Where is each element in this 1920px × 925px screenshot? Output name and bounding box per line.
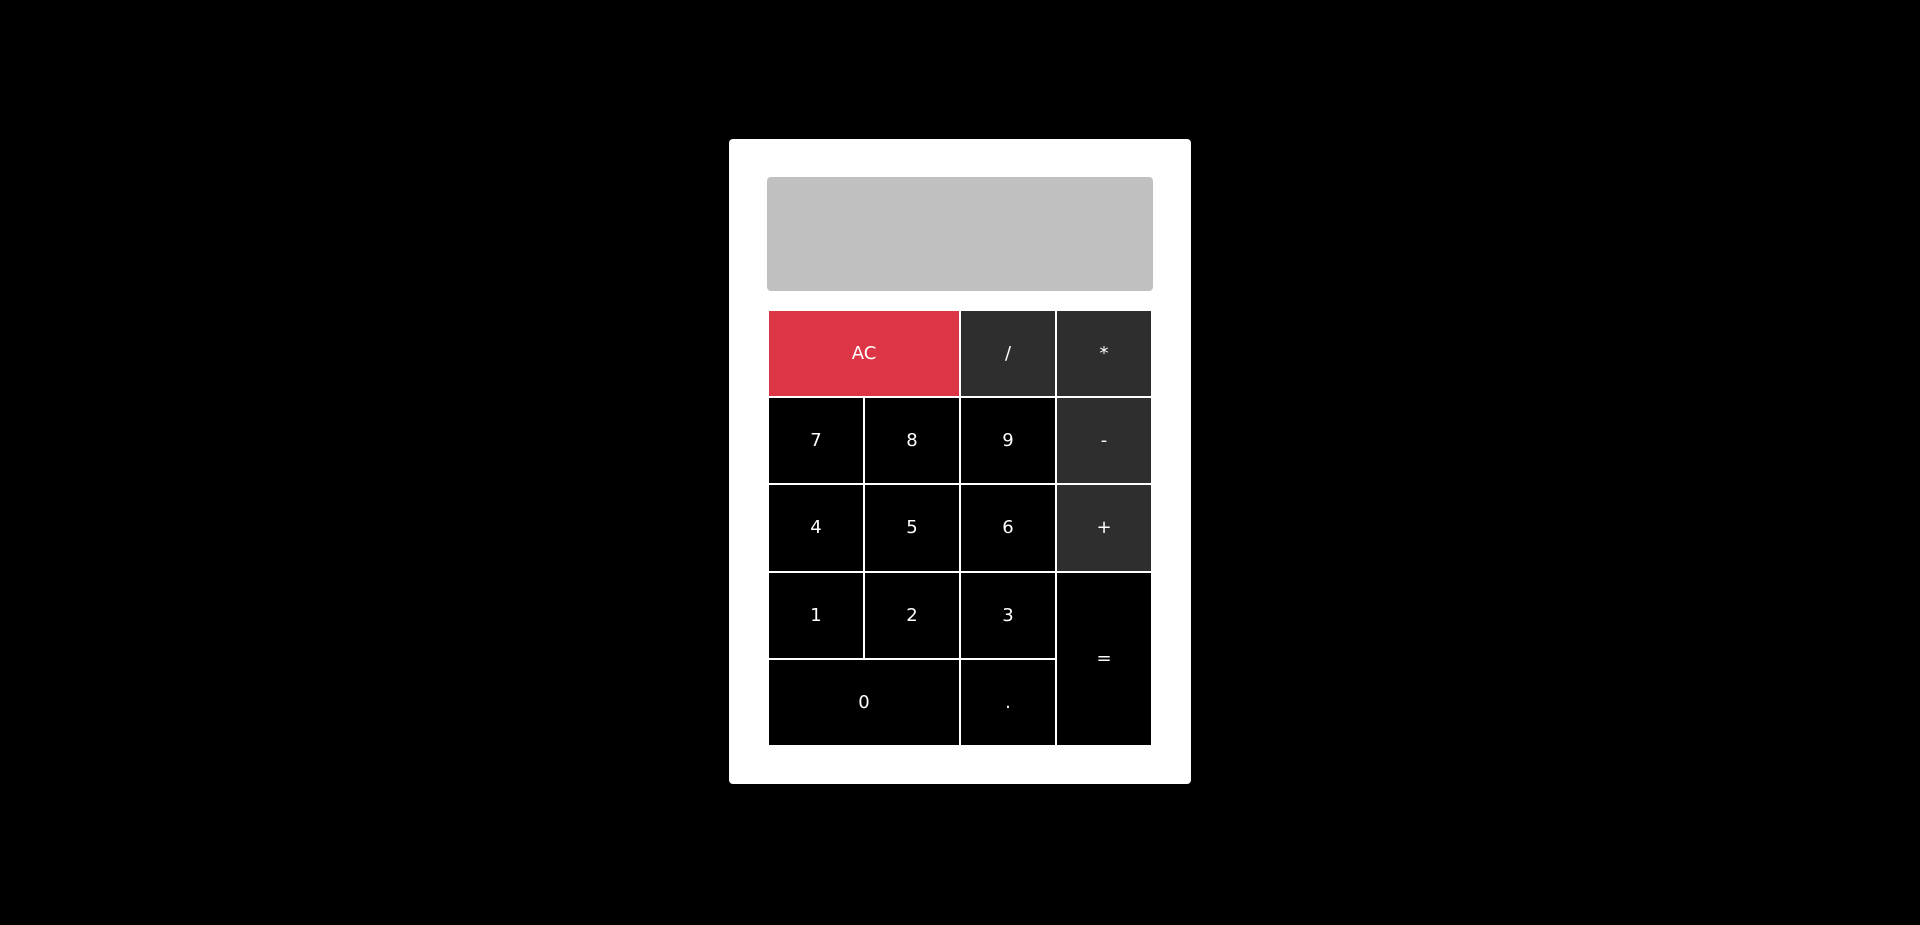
calculator: AC / * 7 8 9 - 4 5 6 + 1 2 3 = 0 . bbox=[729, 139, 1191, 784]
digit-7-button[interactable]: 7 bbox=[768, 397, 864, 485]
calculator-display[interactable] bbox=[767, 177, 1153, 291]
divide-button[interactable]: / bbox=[960, 310, 1056, 398]
clear-button[interactable]: AC bbox=[768, 310, 960, 398]
digit-2-button[interactable]: 2 bbox=[864, 571, 960, 659]
equals-button[interactable]: = bbox=[1056, 571, 1152, 746]
multiply-button[interactable]: * bbox=[1056, 310, 1152, 398]
digit-6-button[interactable]: 6 bbox=[960, 484, 1056, 572]
digit-3-button[interactable]: 3 bbox=[960, 571, 1056, 659]
digit-8-button[interactable]: 8 bbox=[864, 397, 960, 485]
digit-9-button[interactable]: 9 bbox=[960, 397, 1056, 485]
subtract-button[interactable]: - bbox=[1056, 397, 1152, 485]
digit-1-button[interactable]: 1 bbox=[768, 571, 864, 659]
decimal-button[interactable]: . bbox=[960, 658, 1056, 746]
digit-5-button[interactable]: 5 bbox=[864, 484, 960, 572]
digit-0-button[interactable]: 0 bbox=[768, 658, 960, 746]
digit-4-button[interactable]: 4 bbox=[768, 484, 864, 572]
add-button[interactable]: + bbox=[1056, 484, 1152, 572]
keypad: AC / * 7 8 9 - 4 5 6 + 1 2 3 = 0 . bbox=[768, 310, 1152, 746]
